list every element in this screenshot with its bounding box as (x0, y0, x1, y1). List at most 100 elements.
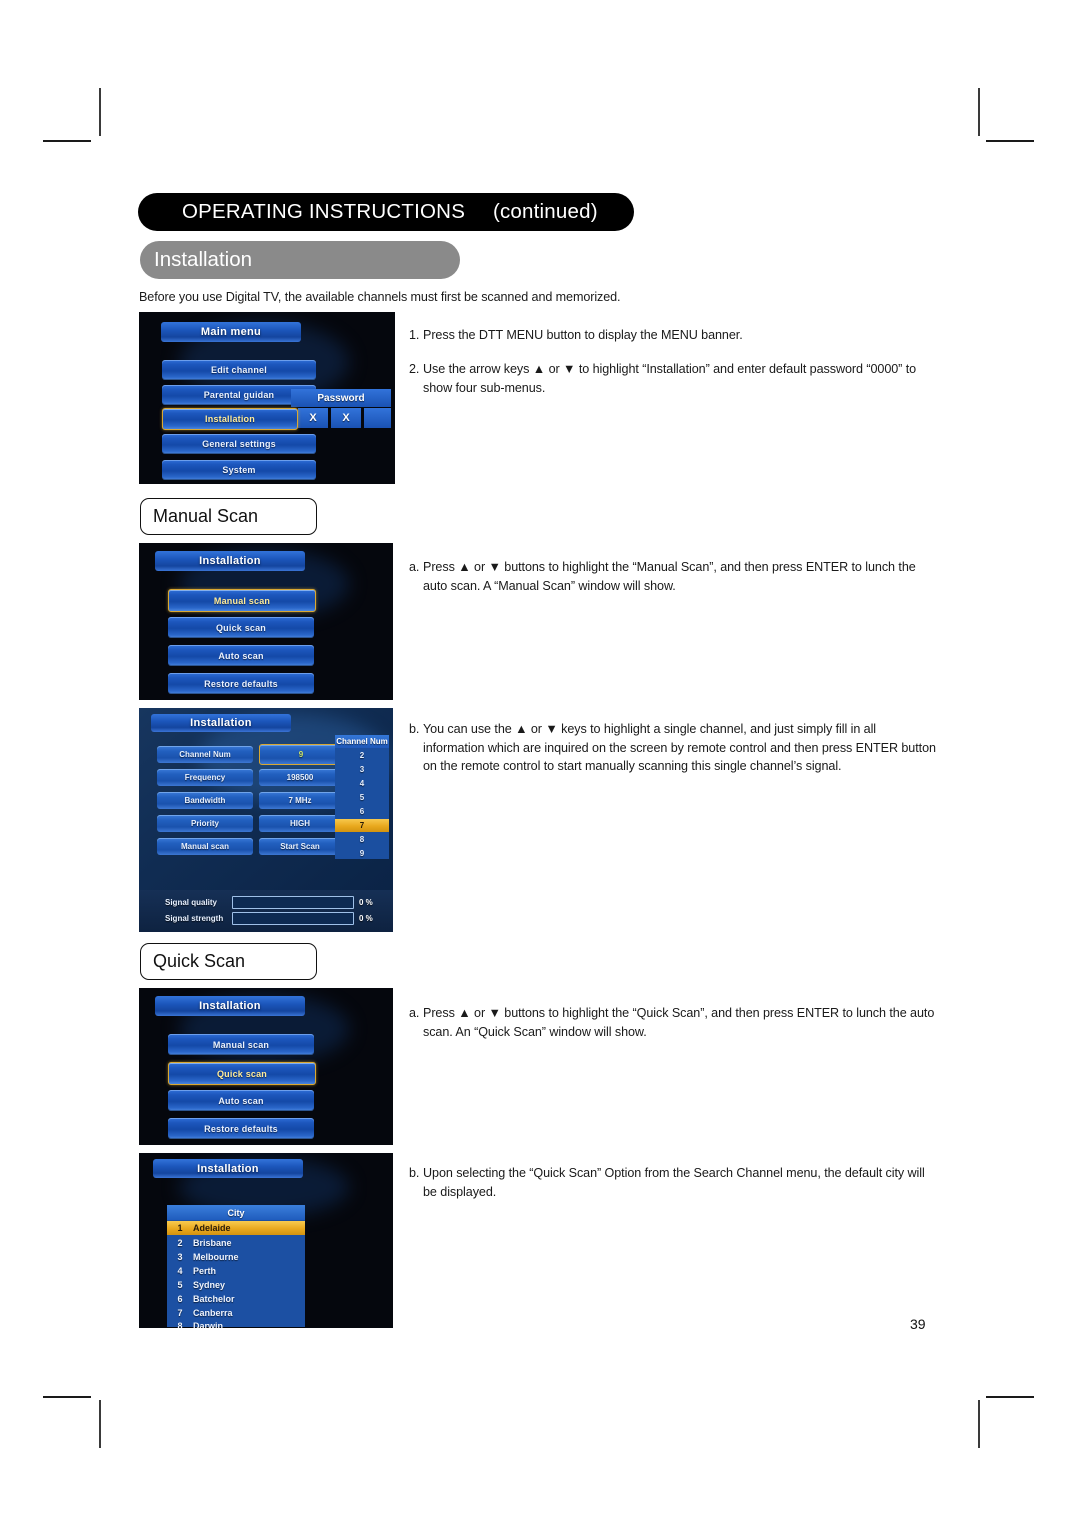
city-name: Canberra (193, 1308, 233, 1318)
page-title-banner: OPERATING INSTRUCTIONS (continued) (138, 193, 634, 231)
city-number: 4 (177, 1266, 183, 1276)
row-label-channel-num: Channel Num (157, 746, 253, 763)
heading-quick-scan: Quick Scan (140, 943, 317, 980)
password-digit-2[interactable]: X (298, 408, 328, 428)
city-row-perth[interactable]: 4 Perth (167, 1264, 305, 1278)
installation-item-label: Quick scan (215, 622, 267, 633)
row-label-bandwidth: Bandwidth (157, 792, 253, 809)
row-value-priority[interactable]: HIGH (259, 815, 341, 832)
screenshot-main-menu: Main menu Edit channel Parental guidan P… (139, 312, 395, 484)
city-row-darwin[interactable]: 8 Darwin (167, 1319, 305, 1328)
heading-manual-scan: Manual Scan (140, 498, 317, 535)
city-row-adelaide[interactable]: 1 Adelaide (167, 1221, 305, 1235)
quick-scan-item-b: b. Upon selecting the “Quick Scan” Optio… (409, 1164, 929, 1201)
installation-title: Installation (153, 1159, 303, 1178)
installation-item-label: Quick scan (216, 1068, 268, 1079)
intro-text: Before you use Digital TV, the available… (139, 290, 621, 304)
installation-item-restore-defaults[interactable]: Restore defaults (168, 1118, 314, 1139)
main-menu-item-edit-channel[interactable]: Edit channel (162, 360, 316, 380)
item-marker: a. (409, 560, 420, 574)
row-value-frequency[interactable]: 198500 (259, 769, 341, 786)
installation-item-label: Restore defaults (204, 678, 278, 689)
channel-list-item[interactable]: 8 (335, 833, 389, 846)
city-row-batchelor[interactable]: 6 Batchelor (167, 1292, 305, 1306)
installation-item-quick-scan[interactable]: Quick scan (168, 617, 314, 638)
item-marker: a. (409, 1006, 420, 1020)
signal-strength-percent: 0 % (359, 914, 373, 923)
password-digit-4[interactable] (364, 408, 391, 428)
installation-item-auto-scan[interactable]: Auto scan (168, 1090, 314, 1111)
signal-quality-label: Signal quality (165, 898, 218, 907)
page-number: 39 (910, 1316, 926, 1332)
step-1: 1. Press the DTT MENU button to display … (409, 326, 939, 345)
step-marker: 2. (409, 362, 420, 376)
main-menu-item-system[interactable]: System (162, 460, 316, 480)
city-number: 3 (177, 1252, 183, 1262)
crop-mark-top-left-vertical (99, 88, 101, 136)
channel-list-item[interactable]: 5 (335, 791, 389, 804)
main-menu-item-label: Installation (205, 414, 255, 424)
city-row-canberra[interactable]: 7 Canberra (167, 1306, 305, 1320)
main-menu-title: Main menu (161, 322, 301, 342)
row-label-manual-scan: Manual scan (157, 838, 253, 855)
channel-list-header: Channel Num (335, 735, 389, 748)
page-title-suffix: (continued) (487, 200, 598, 223)
manual-scan-item-a: a. Press ▲ or ▼ buttons to highlight the… (409, 558, 939, 595)
city-name: Batchelor (193, 1294, 235, 1304)
screenshot-manual-scan-detail: Installation Channel Num 9 Frequency 198… (139, 708, 393, 932)
crop-mark-top-left-horizontal (43, 140, 91, 142)
row-value-start-scan[interactable]: Start Scan (259, 838, 341, 855)
channel-list-item-selected[interactable]: 7 (335, 819, 389, 832)
channel-list-item[interactable]: 9 (335, 847, 389, 860)
installation-item-label: Auto scan (218, 1095, 264, 1106)
item-text: Press ▲ or ▼ buttons to highlight the “Q… (423, 1006, 935, 1039)
channel-list-item[interactable]: 3 (335, 763, 389, 776)
city-name: Melbourne (193, 1252, 239, 1262)
quick-scan-item-a: a. Press ▲ or ▼ buttons to highlight the… (409, 1004, 939, 1041)
step-2: 2. Use the arrow keys ▲ or ▼ to highligh… (409, 360, 919, 397)
city-number: 8 (177, 1321, 183, 1328)
password-title: Password (291, 389, 391, 407)
city-list-header: City (167, 1205, 305, 1220)
step-marker: 1. (409, 328, 420, 342)
heading-text: Manual Scan (153, 506, 259, 526)
city-name: Sydney (193, 1280, 226, 1290)
channel-list-item[interactable]: 2 (335, 749, 389, 762)
city-row-melbourne[interactable]: 3 Melbourne (167, 1250, 305, 1264)
row-value-bandwidth[interactable]: 7 MHz (259, 792, 341, 809)
city-number: 7 (177, 1308, 183, 1318)
manual-scan-title: Installation (151, 714, 291, 732)
installation-item-label: Manual scan (213, 595, 271, 606)
signal-quality-percent: 0 % (359, 898, 373, 907)
city-row-brisbane[interactable]: 2 Brisbane (167, 1236, 305, 1250)
step-text: Press the DTT MENU button to display the… (423, 328, 743, 342)
main-menu-item-label: Parental guidan (203, 390, 275, 400)
installation-item-auto-scan[interactable]: Auto scan (168, 645, 314, 666)
main-menu-item-general-settings[interactable]: General settings (162, 434, 316, 454)
item-text: You can use the ▲ or ▼ keys to highlight… (423, 722, 936, 773)
screenshot-city-list: Installation City 1 Adelaide 2 Brisbane … (139, 1153, 393, 1328)
installation-item-manual-scan[interactable]: Manual scan (168, 1034, 314, 1055)
channel-list-item[interactable]: 6 (335, 805, 389, 818)
city-number: 2 (177, 1238, 183, 1248)
screenshot-installation-manual: Installation Manual scan Quick scan Auto… (139, 543, 393, 700)
installation-item-label: Manual scan (212, 1039, 270, 1050)
city-number: 6 (177, 1294, 183, 1304)
installation-item-label: Restore defaults (204, 1123, 278, 1134)
crop-mark-top-right-horizontal (986, 140, 1034, 142)
password-digit-3[interactable]: X (331, 408, 361, 428)
installation-item-restore-defaults[interactable]: Restore defaults (168, 673, 314, 694)
main-menu-item-installation[interactable]: Installation (162, 408, 298, 430)
row-value-channel-num[interactable]: 9 (259, 744, 343, 765)
crop-mark-top-right-vertical (978, 88, 980, 136)
crop-mark-bottom-left-horizontal (43, 1396, 91, 1398)
crop-mark-bottom-right-vertical (978, 1400, 980, 1448)
signal-quality-bar (232, 896, 354, 909)
installation-item-quick-scan[interactable]: Quick scan (168, 1062, 316, 1085)
city-row-sydney[interactable]: 5 Sydney (167, 1278, 305, 1292)
item-text: Upon selecting the “Quick Scan” Option f… (423, 1166, 925, 1199)
crop-mark-bottom-left-vertical (99, 1400, 101, 1448)
channel-list-item[interactable]: 4 (335, 777, 389, 790)
installation-title: Installation (155, 551, 305, 571)
installation-item-manual-scan[interactable]: Manual scan (168, 589, 316, 612)
